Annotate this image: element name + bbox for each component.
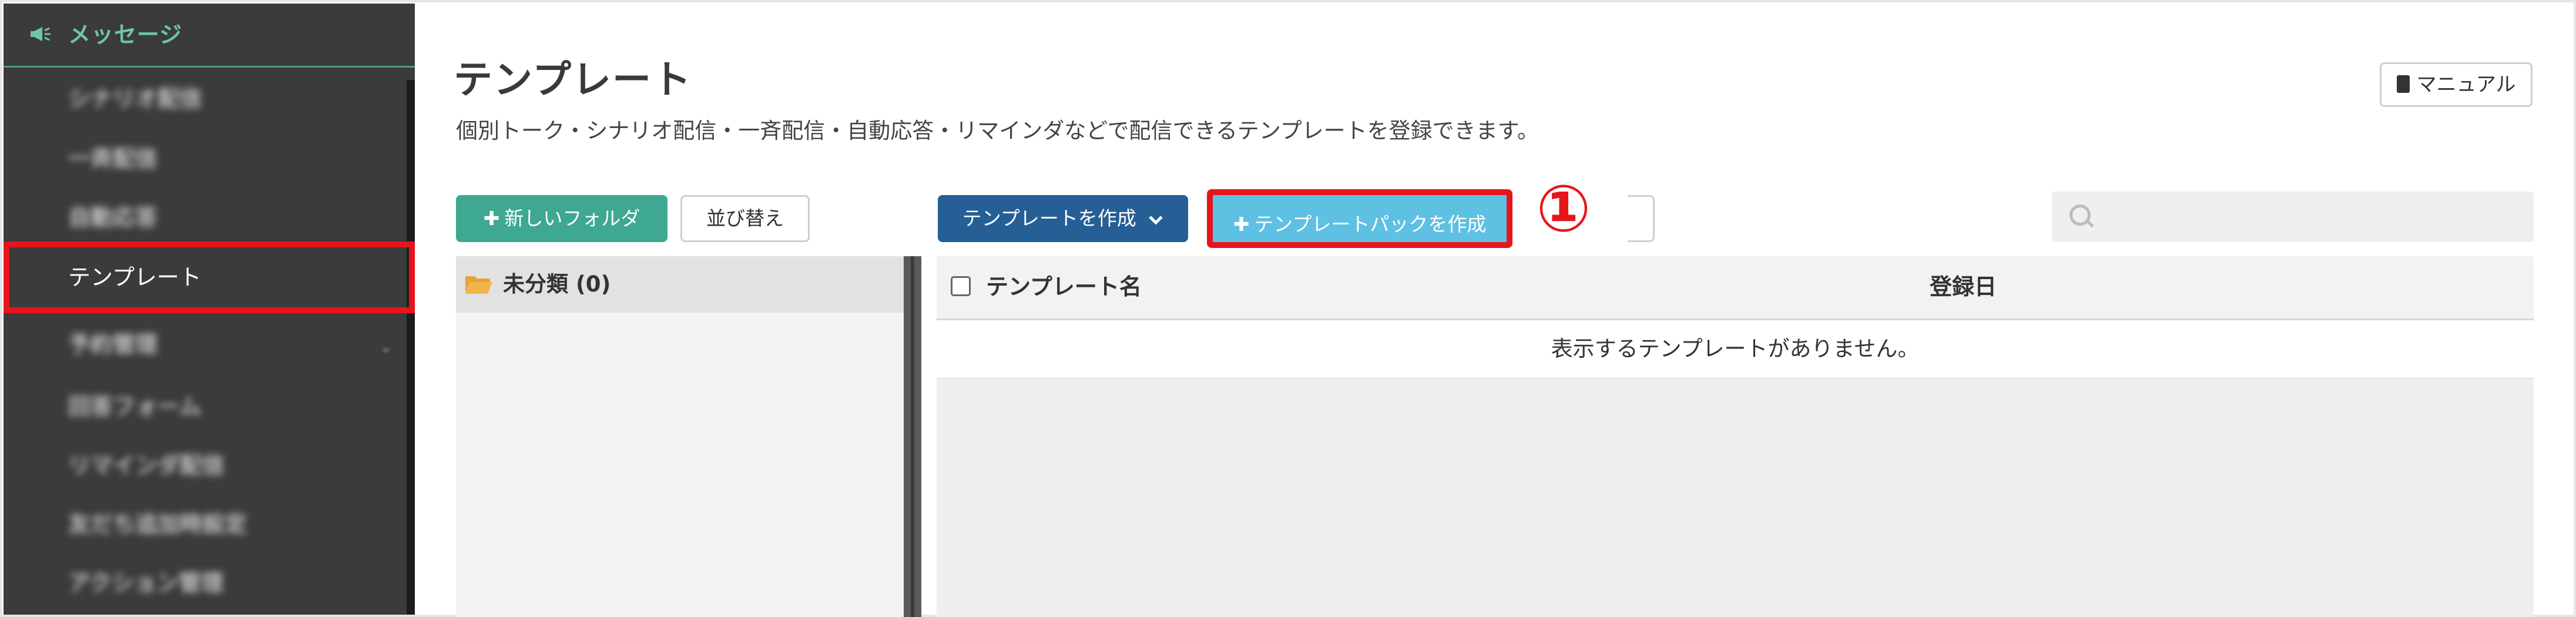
select-all-checkbox[interactable] <box>951 276 971 296</box>
new-folder-button[interactable]: ✚ 新しいフォルダ <box>456 195 668 242</box>
search-icon <box>2069 204 2091 226</box>
sidebar-item-friend-add[interactable]: 友だち追加時設定 <box>68 507 374 542</box>
manual-label: マニュアル <box>2416 73 2516 96</box>
table-row: 表示するテンプレートがありません。 <box>937 320 2534 379</box>
chevron-down-icon <box>1148 195 1163 242</box>
new-folder-label: 新しいフォルダ <box>504 207 640 230</box>
create-template-button[interactable]: テンプレートを作成 <box>938 195 1188 242</box>
folder-label: 未分類 (0) <box>503 271 611 297</box>
folder-item[interactable]: 未分類 (0) <box>456 256 904 313</box>
folder-open-icon <box>464 274 494 295</box>
pane-resizer[interactable] <box>904 256 921 617</box>
column-header-name[interactable]: テンプレート名 <box>986 270 1142 303</box>
sidebar-item-reservation[interactable]: 予約管理 <box>68 327 374 362</box>
search-box[interactable] <box>2052 192 2534 242</box>
sidebar: メッセージ シナリオ配信 一斉配信 自動応答 テンプレート 予約管理 ⌄ 回答フ… <box>4 4 415 615</box>
sidebar-section-title: メッセージ <box>68 22 183 48</box>
page-description: 個別トーク・シナリオ配信・一斉配信・自動応答・リマインダなどで配信できるテンプレ… <box>456 118 1539 143</box>
sidebar-item-auto-reply[interactable]: 自動応答 <box>68 200 374 235</box>
search-input[interactable] <box>2105 197 2518 237</box>
create-template-pack-button[interactable]: ✚ テンプレートパックを作成 <box>1207 189 1512 248</box>
sidebar-scrollbar[interactable] <box>407 80 415 615</box>
plus-icon: ✚ <box>1233 213 1250 236</box>
manual-button[interactable]: マニュアル <box>2380 62 2533 107</box>
folder-pane: 未分類 (0) <box>456 256 904 617</box>
create-template-label: テンプレートを作成 <box>962 207 1136 230</box>
chevron-down-icon: ⌄ <box>380 338 393 356</box>
highlight-box <box>4 242 415 313</box>
sidebar-item-action[interactable]: アクション管理 <box>68 565 374 601</box>
sidebar-item-scenario[interactable]: シナリオ配信 <box>68 81 374 116</box>
empty-message: 表示するテンプレートがありません。 <box>1551 336 1920 361</box>
sort-button[interactable]: 並び替え <box>680 195 810 242</box>
book-icon <box>2396 75 2410 93</box>
sidebar-item-reminder[interactable]: リマインダ配信 <box>68 448 374 483</box>
create-pack-label: テンプレートパックを作成 <box>1254 213 1487 236</box>
page-title: テンプレート <box>454 57 693 102</box>
plus-icon: ✚ <box>483 207 500 230</box>
megaphone-icon <box>29 22 53 46</box>
template-table: テンプレート名 登録日 表示するテンプレートがありません。 <box>937 256 2534 617</box>
column-header-date[interactable]: 登録日 <box>1930 270 1997 303</box>
table-header: テンプレート名 登録日 <box>937 256 2534 320</box>
sidebar-item-broadcast[interactable]: 一斉配信 <box>68 141 374 176</box>
step-annotation: ① <box>1536 171 1591 246</box>
sidebar-section-header[interactable]: メッセージ <box>4 4 415 68</box>
sidebar-item-form[interactable]: 回答フォーム <box>68 389 374 424</box>
